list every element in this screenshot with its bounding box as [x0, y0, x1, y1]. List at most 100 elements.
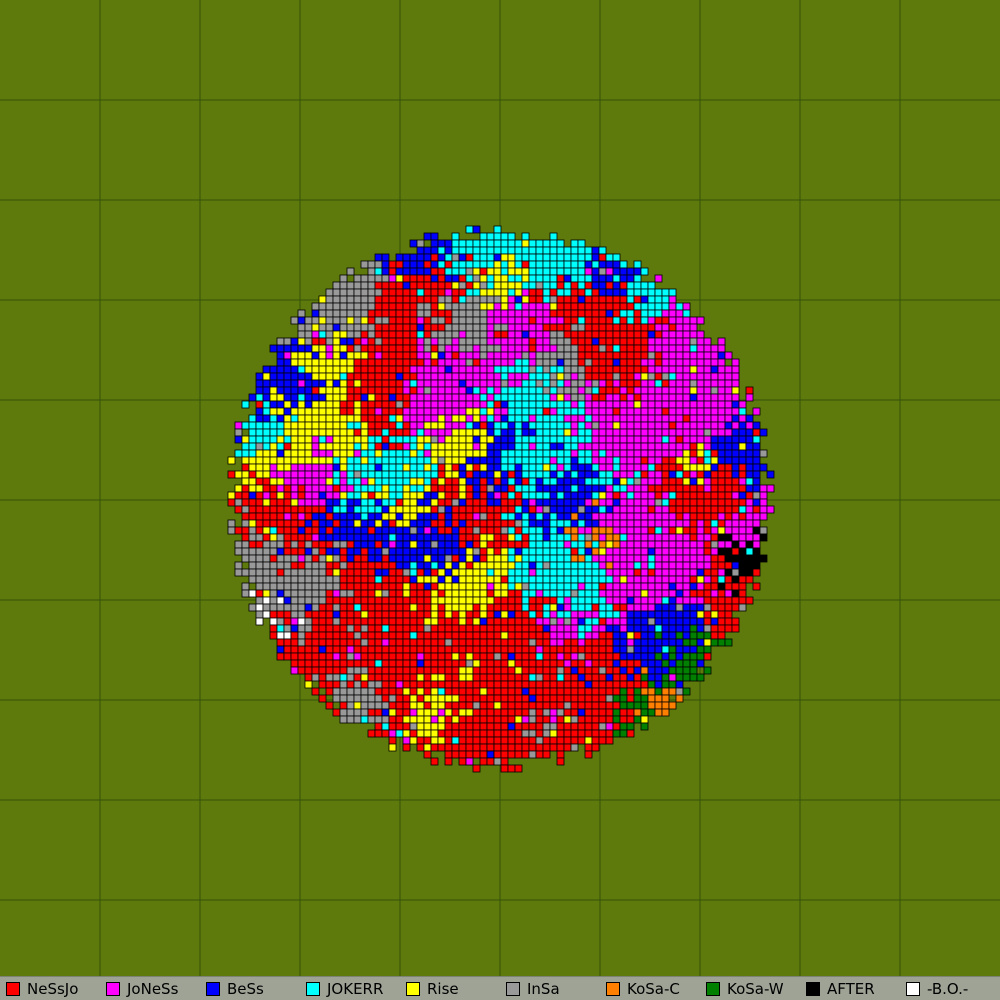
territory-cell[interactable]: [556, 638, 565, 647]
territory-cell[interactable]: [668, 624, 677, 633]
territory-cell[interactable]: [465, 330, 474, 339]
territory-cell[interactable]: [374, 596, 383, 605]
territory-cell[interactable]: [549, 456, 558, 465]
territory-cell[interactable]: [367, 526, 376, 535]
territory-cell[interactable]: [409, 351, 418, 360]
territory-cell[interactable]: [381, 610, 390, 619]
territory-cell[interactable]: [640, 645, 649, 654]
territory-cell[interactable]: [633, 414, 642, 423]
territory-cell[interactable]: [339, 631, 348, 640]
territory-cell[interactable]: [619, 610, 628, 619]
territory-cell[interactable]: [430, 596, 439, 605]
territory-cell[interactable]: [276, 456, 285, 465]
territory-cell[interactable]: [381, 400, 390, 409]
territory-cell[interactable]: [472, 379, 481, 388]
territory-cell[interactable]: [381, 379, 390, 388]
territory-cell[interactable]: [346, 463, 355, 472]
territory-cell[interactable]: [668, 330, 677, 339]
territory-cell[interactable]: [346, 337, 355, 346]
territory-cell[interactable]: [612, 687, 621, 696]
territory-cell[interactable]: [507, 736, 516, 745]
territory-cell[interactable]: [297, 610, 306, 619]
territory-cell[interactable]: [661, 512, 670, 521]
territory-cell[interactable]: [269, 526, 278, 535]
territory-cell[interactable]: [290, 491, 299, 500]
territory-cell[interactable]: [640, 680, 649, 689]
territory-cell[interactable]: [283, 568, 292, 577]
territory-cell[interactable]: [647, 631, 656, 640]
territory-cell[interactable]: [584, 505, 593, 514]
territory-cell[interactable]: [619, 624, 628, 633]
territory-cell[interactable]: [416, 701, 425, 710]
territory-cell[interactable]: [521, 568, 530, 577]
territory-cell[interactable]: [465, 680, 474, 689]
territory-cell[interactable]: [542, 351, 551, 360]
territory-cell[interactable]: [668, 421, 677, 430]
territory-cell[interactable]: [416, 512, 425, 521]
territory-cell[interactable]: [437, 547, 446, 556]
territory-cell[interactable]: [458, 743, 467, 752]
territory-cell[interactable]: [486, 435, 495, 444]
territory-cell[interactable]: [528, 645, 537, 654]
territory-cell[interactable]: [479, 379, 488, 388]
territory-cell[interactable]: [507, 365, 516, 374]
territory-cell[interactable]: [423, 715, 432, 724]
territory-cell[interactable]: [339, 673, 348, 682]
territory-cell[interactable]: [640, 498, 649, 507]
territory-cell[interactable]: [542, 603, 551, 612]
territory-cell[interactable]: [290, 365, 299, 374]
territory-cell[interactable]: [696, 449, 705, 458]
territory-cell[interactable]: [486, 246, 495, 255]
territory-cell[interactable]: [381, 687, 390, 696]
territory-cell[interactable]: [248, 435, 257, 444]
territory-cell[interactable]: [402, 554, 411, 563]
territory-cell[interactable]: [528, 722, 537, 731]
territory-cell[interactable]: [514, 484, 523, 493]
territory-cell[interactable]: [682, 456, 691, 465]
territory-cell[interactable]: [465, 610, 474, 619]
territory-cell[interactable]: [458, 351, 467, 360]
territory-cell[interactable]: [521, 729, 530, 738]
territory-cell[interactable]: [528, 701, 537, 710]
territory-cell[interactable]: [647, 302, 656, 311]
territory-cell[interactable]: [584, 624, 593, 633]
territory-cell[interactable]: [318, 631, 327, 640]
territory-cell[interactable]: [647, 505, 656, 514]
territory-cell[interactable]: [374, 526, 383, 535]
territory-cell[interactable]: [619, 421, 628, 430]
territory-cell[interactable]: [458, 491, 467, 500]
territory-cell[interactable]: [535, 253, 544, 262]
territory-cell[interactable]: [325, 421, 334, 430]
territory-cell[interactable]: [465, 533, 474, 542]
territory-cell[interactable]: [507, 659, 516, 668]
territory-cell[interactable]: [353, 603, 362, 612]
territory-cell[interactable]: [563, 435, 572, 444]
territory-cell[interactable]: [696, 519, 705, 528]
territory-cell[interactable]: [423, 253, 432, 262]
territory-cell[interactable]: [563, 645, 572, 654]
territory-cell[interactable]: [318, 596, 327, 605]
territory-cell[interactable]: [507, 631, 516, 640]
territory-cell[interactable]: [626, 610, 635, 619]
territory-cell[interactable]: [465, 463, 474, 472]
territory-cell[interactable]: [437, 666, 446, 675]
territory-cell[interactable]: [633, 442, 642, 451]
territory-cell[interactable]: [402, 316, 411, 325]
territory-cell[interactable]: [633, 463, 642, 472]
territory-cell[interactable]: [388, 680, 397, 689]
territory-cell[interactable]: [703, 568, 712, 577]
territory-cell[interactable]: [318, 365, 327, 374]
territory-cell[interactable]: [409, 365, 418, 374]
territory-cell[interactable]: [724, 428, 733, 437]
territory-cell[interactable]: [724, 505, 733, 514]
territory-cell[interactable]: [612, 295, 621, 304]
territory-cell[interactable]: [654, 288, 663, 297]
territory-cell[interactable]: [304, 477, 313, 486]
territory-cell[interactable]: [717, 407, 726, 416]
territory-cell[interactable]: [367, 575, 376, 584]
territory-cell[interactable]: [388, 442, 397, 451]
territory-cell[interactable]: [591, 603, 600, 612]
territory-cell[interactable]: [563, 449, 572, 458]
territory-cell[interactable]: [500, 624, 509, 633]
territory-cell[interactable]: [731, 407, 740, 416]
